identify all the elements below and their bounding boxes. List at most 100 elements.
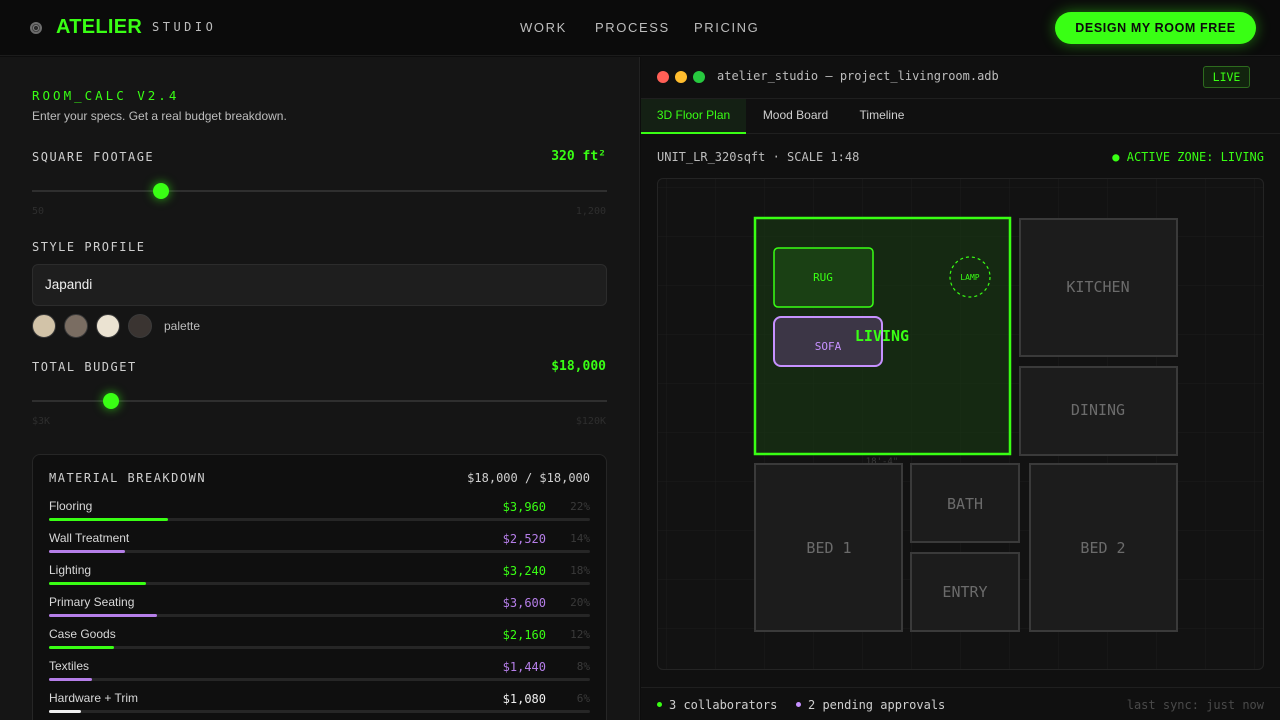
breakdown-item-bar-fill <box>49 678 93 681</box>
style-profile-select[interactable]: Japandi <box>32 264 607 306</box>
material-breakdown-total: $18,000 / $18,000 <box>467 471 590 485</box>
sofa-label: SOFA <box>815 340 842 353</box>
breakdown-item-bar-fill <box>49 550 125 553</box>
room-bed-2[interactable]: BED 2 <box>1029 463 1178 632</box>
breakdown-item-bar <box>49 582 590 585</box>
collaborators-text: 3 collaborators <box>669 698 778 712</box>
breakdown-row: Wall Treatment $2,520 14% <box>49 531 590 559</box>
breakdown-item-name: Textiles <box>49 659 90 673</box>
minimize-window-icon[interactable] <box>675 71 687 83</box>
breakdown-item-bar <box>49 614 590 617</box>
breakdown-item-percent: 12% <box>570 628 590 641</box>
lamp-label: LAMP <box>960 273 979 282</box>
breakdown-item-name: Primary Seating <box>49 595 135 609</box>
breakdown-item-amount: $3,960 <box>502 500 546 514</box>
breakdown-item-name: Case Goods <box>49 627 116 641</box>
floor-plan-svg: KITCHEN DINING BED 1 BATH ENTRY BED 2 RU… <box>658 179 1263 669</box>
square-footage-value: 320 ft² <box>551 149 606 164</box>
breakdown-item-bar-fill <box>49 646 114 649</box>
logo[interactable]: ATELIER <box>56 16 142 39</box>
palette-swatch[interactable] <box>64 314 88 338</box>
calculator-subtitle: Enter your specs. Get a real budget brea… <box>32 109 287 123</box>
calculator-title: ROOM_CALC V2.4 <box>32 88 180 103</box>
room-bath[interactable]: BATH <box>910 463 1020 543</box>
online-dot-icon <box>657 702 662 707</box>
breakdown-item-amount: $1,080 <box>502 692 546 706</box>
pending-approvals-text: 2 pending approvals <box>808 698 946 712</box>
breakdown-item-bar <box>49 550 590 553</box>
floor-plan-canvas[interactable]: KITCHEN DINING BED 1 BATH ENTRY BED 2 RU… <box>657 178 1264 670</box>
unit-scale-label: UNIT_LR_320sqft · SCALE 1:48 <box>657 150 860 164</box>
breakdown-item-percent: 14% <box>570 532 590 545</box>
room-label-bed-1: BED 1 <box>806 539 851 557</box>
breakdown-item-bar-fill <box>49 582 147 585</box>
breakdown-item-amount: $3,240 <box>502 564 546 578</box>
room-label-bed-2: BED 2 <box>1080 539 1125 557</box>
palette-swatch[interactable] <box>128 314 152 338</box>
breakdown-item-percent: 20% <box>570 596 590 609</box>
room-calculator-panel: ROOM_CALC V2.4 Enter your specs. Get a r… <box>0 57 640 720</box>
maximize-window-icon[interactable] <box>693 71 705 83</box>
room-entry[interactable]: ENTRY <box>910 552 1020 632</box>
palette-label: palette <box>164 319 201 333</box>
breakdown-item-name: Wall Treatment <box>49 531 130 545</box>
breakdown-item-amount: $1,440 <box>502 660 546 674</box>
pending-approvals-status[interactable]: 2 pending approvals <box>796 698 945 712</box>
breakdown-row: Primary Seating $3,600 20% <box>49 595 590 623</box>
breakdown-item-bar-fill <box>49 518 168 521</box>
total-budget-label: TOTAL BUDGET <box>32 360 137 374</box>
collaborators-status[interactable]: 3 collaborators <box>657 698 777 712</box>
breakdown-item-percent: 8% <box>576 660 590 673</box>
breakdown-item-name: Hardware + Trim <box>49 691 139 705</box>
nav-link-pricing[interactable]: PRICING <box>694 20 759 35</box>
rug-label: RUG <box>813 271 833 284</box>
breakdown-item-bar <box>49 518 590 521</box>
breakdown-item-amount: $3,600 <box>502 596 546 610</box>
last-sync-label: last sync: just now <box>1126 698 1264 712</box>
palette-swatch[interactable] <box>96 314 120 338</box>
room-label-living: LIVING <box>855 327 909 345</box>
breakdown-item-amount: $2,520 <box>502 532 546 546</box>
breakdown-item-percent: 18% <box>570 564 590 577</box>
studio-preview-panel: atelier_studio — project_livingroom.adb … <box>641 57 1280 720</box>
room-label-kitchen: KITCHEN <box>1066 278 1129 296</box>
close-window-icon[interactable] <box>657 71 669 83</box>
breakdown-row: Hardware + Trim $1,080 6% <box>49 691 590 719</box>
tab-timeline[interactable]: Timeline <box>847 99 917 134</box>
studio-footer: 3 collaborators 2 pending approvals last… <box>641 687 1280 720</box>
square-footage-slider[interactable] <box>32 183 607 199</box>
project-file-title: atelier_studio — project_livingroom.adb <box>717 69 999 83</box>
breakdown-row: Textiles $1,440 8% <box>49 659 590 687</box>
room-label-dining: DINING <box>1071 401 1125 419</box>
studio-tabs: 3D Floor Plan Mood Board Timeline <box>641 99 1280 134</box>
design-my-room-button[interactable]: DESIGN MY ROOM FREE <box>1055 12 1256 44</box>
total-budget-slider[interactable] <box>32 393 607 409</box>
room-kitchen[interactable]: KITCHEN <box>1019 218 1178 357</box>
total-budget-slider-thumb[interactable] <box>103 393 120 409</box>
breakdown-item-bar-fill <box>49 710 82 713</box>
breakdown-item-name: Flooring <box>49 499 93 513</box>
breakdown-item-bar-fill <box>49 614 158 617</box>
rug[interactable]: RUG <box>773 247 874 308</box>
total-budget-max: $120K <box>575 416 606 427</box>
breakdown-item-name: Lighting <box>49 563 92 577</box>
square-footage-label: SQUARE FOOTAGE <box>32 150 155 164</box>
breakdown-row: Lighting $3,240 18% <box>49 563 590 591</box>
nav-link-process[interactable]: PROCESS <box>595 20 670 35</box>
breakdown-item-amount: $2,160 <box>502 628 546 642</box>
room-bed-1[interactable]: BED 1 <box>754 463 903 632</box>
nav-link-work[interactable]: WORK <box>520 20 567 35</box>
square-footage-slider-thumb[interactable] <box>152 183 169 199</box>
tab-mood-board[interactable]: Mood Board <box>750 99 841 134</box>
room-dining[interactable]: DINING <box>1019 366 1178 456</box>
square-footage-min: 50 <box>32 206 45 217</box>
style-profile-label: STYLE PROFILE <box>32 240 146 254</box>
tab-3d-floor-plan[interactable]: 3D Floor Plan <box>641 99 746 134</box>
breakdown-item-percent: 6% <box>576 692 590 705</box>
logo-icon <box>30 22 42 34</box>
breakdown-row: Flooring $3,960 22% <box>49 499 590 527</box>
breakdown-item-bar <box>49 678 590 681</box>
live-badge: LIVE <box>1203 66 1250 88</box>
logo-subtitle: STUDIO <box>152 20 217 34</box>
palette-swatch[interactable] <box>32 314 56 338</box>
